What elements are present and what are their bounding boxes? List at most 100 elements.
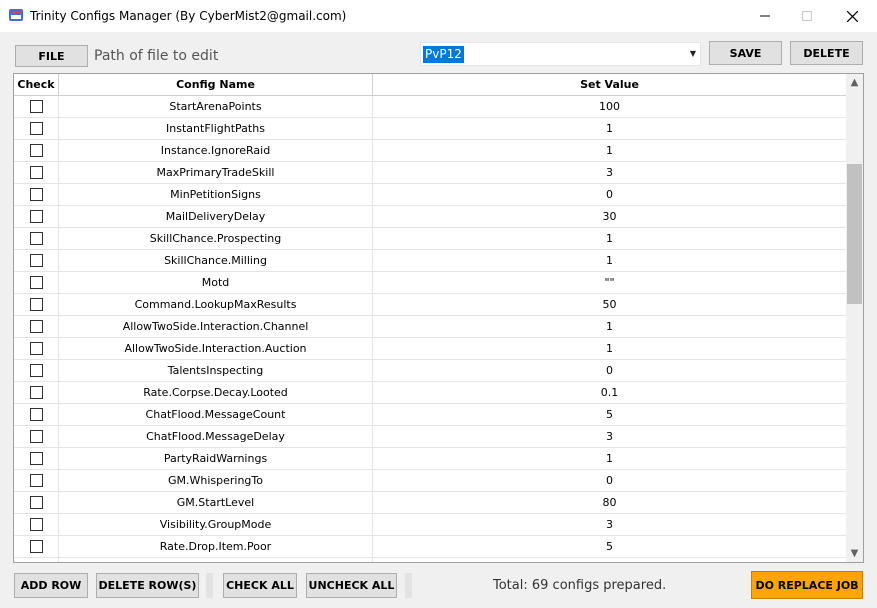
config-name-cell[interactable]: Visibility.GroupMode (59, 514, 373, 535)
set-value-cell[interactable]: 50 (373, 294, 846, 315)
config-name-cell[interactable]: Rate.Drop.Item.Poor (59, 536, 373, 557)
add-row-button[interactable]: ADD ROW (14, 573, 88, 598)
table-row[interactable]: InstantFlightPaths 1 (14, 118, 846, 140)
table-row[interactable] (14, 558, 846, 562)
do-replace-job-button[interactable]: DO REPLACE JOB (751, 571, 863, 599)
minimize-button[interactable] (742, 0, 788, 32)
set-value-cell[interactable]: 0 (373, 470, 846, 491)
config-name-cell[interactable]: ChatFlood.MessageCount (59, 404, 373, 425)
row-checkbox[interactable] (29, 407, 43, 421)
set-value-cell[interactable]: 30 (373, 206, 846, 227)
config-name-cell[interactable]: PartyRaidWarnings (59, 448, 373, 469)
table-row[interactable]: SkillChance.Milling 1 (14, 250, 846, 272)
table-row[interactable]: Visibility.GroupMode 3 (14, 514, 846, 536)
config-name-cell[interactable]: Motd (59, 272, 373, 293)
config-grid[interactable]: Check Config Name Set Value StartArenaPo… (13, 73, 864, 563)
table-row[interactable]: PartyRaidWarnings 1 (14, 448, 846, 470)
table-row[interactable]: MaxPrimaryTradeSkill 3 (14, 162, 846, 184)
config-name-cell[interactable]: Instance.IgnoreRaid (59, 140, 373, 161)
table-row[interactable]: MailDeliveryDelay 30 (14, 206, 846, 228)
scrollbar-thumb[interactable] (847, 164, 862, 304)
dropdown-arrow-icon[interactable]: ▼ (690, 49, 696, 58)
check-all-button[interactable]: CHECK ALL (223, 573, 297, 598)
set-value-cell[interactable]: 3 (373, 162, 846, 183)
set-value-cell[interactable]: 0.1 (373, 382, 846, 403)
table-row[interactable]: AllowTwoSide.Interaction.Auction 1 (14, 338, 846, 360)
table-row[interactable]: Instance.IgnoreRaid 1 (14, 140, 846, 162)
config-name-cell[interactable]: InstantFlightPaths (59, 118, 373, 139)
row-checkbox[interactable] (29, 429, 43, 443)
config-name-cell[interactable]: StartArenaPoints (59, 96, 373, 117)
set-value-cell[interactable]: 80 (373, 492, 846, 513)
config-name-cell[interactable]: GM.WhisperingTo (59, 470, 373, 491)
table-row[interactable]: Command.LookupMaxResults 50 (14, 294, 846, 316)
config-name-cell[interactable]: MailDeliveryDelay (59, 206, 373, 227)
set-value-cell[interactable]: 100 (373, 96, 846, 117)
table-row[interactable]: MinPetitionSigns 0 (14, 184, 846, 206)
set-value-cell[interactable]: 1 (373, 250, 846, 271)
row-checkbox[interactable] (29, 517, 43, 531)
row-checkbox[interactable] (29, 495, 43, 509)
set-value-cell[interactable]: "" (373, 272, 846, 293)
config-name-cell[interactable]: SkillChance.Prospecting (59, 228, 373, 249)
table-row[interactable]: Motd "" (14, 272, 846, 294)
set-value-cell[interactable]: 1 (373, 140, 846, 161)
table-row[interactable]: ChatFlood.MessageCount 5 (14, 404, 846, 426)
row-checkbox[interactable] (29, 209, 43, 223)
set-value-cell[interactable]: 5 (373, 404, 846, 425)
scroll-up-icon[interactable]: ▲ (846, 74, 863, 91)
set-value-cell[interactable]: 3 (373, 514, 846, 535)
config-name-cell[interactable]: AllowTwoSide.Interaction.Auction (59, 338, 373, 359)
save-button[interactable]: SAVE (709, 41, 782, 65)
row-checkbox[interactable] (29, 99, 43, 113)
config-name-cell[interactable]: MaxPrimaryTradeSkill (59, 162, 373, 183)
table-row[interactable]: StartArenaPoints 100 (14, 96, 846, 118)
config-name-cell[interactable]: TalentsInspecting (59, 360, 373, 381)
set-value-cell[interactable]: 5 (373, 536, 846, 557)
set-value-cell[interactable] (373, 558, 846, 562)
column-header-set-value[interactable]: Set Value (373, 74, 846, 96)
row-checkbox[interactable] (29, 363, 43, 377)
table-row[interactable]: Rate.Corpse.Decay.Looted 0.1 (14, 382, 846, 404)
row-checkbox[interactable] (29, 165, 43, 179)
set-value-cell[interactable]: 1 (373, 448, 846, 469)
column-header-config-name[interactable]: Config Name (59, 74, 373, 96)
table-row[interactable]: TalentsInspecting 0 (14, 360, 846, 382)
close-button[interactable] (829, 0, 875, 32)
row-checkbox[interactable] (29, 253, 43, 267)
set-value-cell[interactable]: 3 (373, 426, 846, 447)
row-checkbox[interactable] (29, 275, 43, 289)
vertical-scrollbar[interactable]: ▲ ▼ (846, 74, 863, 562)
set-value-cell[interactable]: 0 (373, 360, 846, 381)
uncheck-all-button[interactable]: UNCHECK ALL (306, 573, 397, 598)
set-value-cell[interactable]: 1 (373, 316, 846, 337)
config-name-cell[interactable]: AllowTwoSide.Interaction.Channel (59, 316, 373, 337)
row-checkbox[interactable] (29, 231, 43, 245)
row-checkbox[interactable] (29, 297, 43, 311)
table-row[interactable]: GM.WhisperingTo 0 (14, 470, 846, 492)
file-button[interactable]: FILE (15, 45, 88, 67)
config-name-cell[interactable]: ChatFlood.MessageDelay (59, 426, 373, 447)
delete-rows-button[interactable]: DELETE ROW(S) (96, 573, 199, 598)
table-row[interactable]: AllowTwoSide.Interaction.Channel 1 (14, 316, 846, 338)
set-value-cell[interactable]: 1 (373, 338, 846, 359)
config-name-cell[interactable]: SkillChance.Milling (59, 250, 373, 271)
row-checkbox[interactable] (29, 143, 43, 157)
row-checkbox[interactable] (29, 187, 43, 201)
column-header-check[interactable]: Check (14, 74, 59, 96)
table-row[interactable]: ChatFlood.MessageDelay 3 (14, 426, 846, 448)
config-name-cell[interactable]: GM.StartLevel (59, 492, 373, 513)
row-checkbox[interactable] (29, 341, 43, 355)
table-row[interactable]: GM.StartLevel 80 (14, 492, 846, 514)
row-checkbox[interactable] (29, 451, 43, 465)
row-checkbox[interactable] (29, 319, 43, 333)
table-row[interactable]: SkillChance.Prospecting 1 (14, 228, 846, 250)
set-value-cell[interactable]: 1 (373, 118, 846, 139)
set-value-cell[interactable]: 1 (373, 228, 846, 249)
config-select[interactable]: PvP12 ▼ (420, 42, 701, 66)
row-checkbox[interactable] (29, 385, 43, 399)
maximize-button[interactable] (784, 0, 830, 32)
row-checkbox[interactable] (29, 473, 43, 487)
scroll-down-icon[interactable]: ▼ (846, 545, 863, 562)
table-row[interactable]: Rate.Drop.Item.Poor 5 (14, 536, 846, 558)
